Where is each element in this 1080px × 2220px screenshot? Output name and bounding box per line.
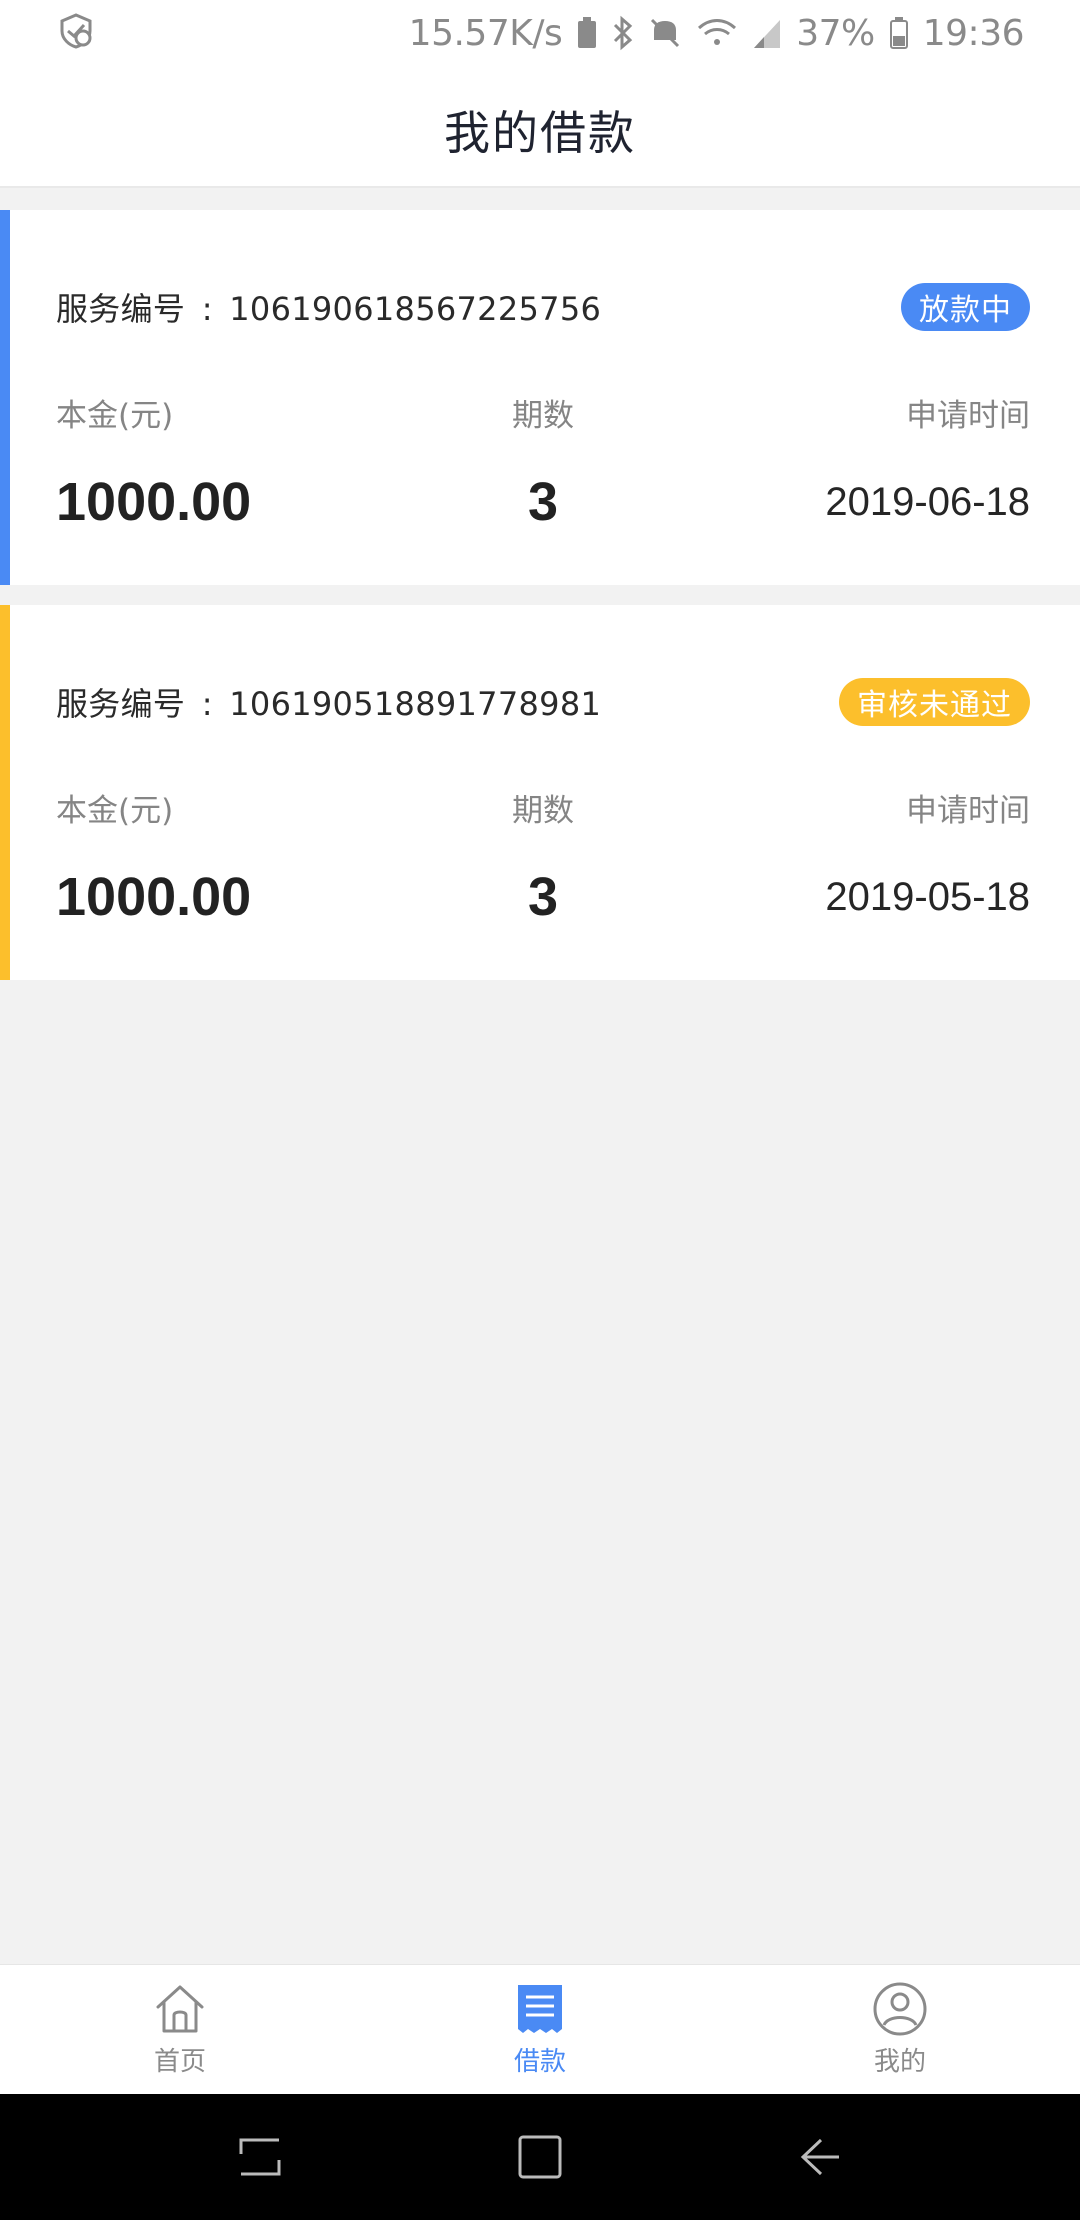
page-title: 我的借款 — [444, 106, 636, 160]
periods-value: 3 — [527, 867, 559, 927]
status-bar: 15.57K/s 37% 19:36 — [0, 0, 1080, 66]
apply-time-label: 申请时间 — [906, 793, 1030, 829]
back-arrow-icon — [800, 2138, 839, 2176]
service-number-value: 106190518891778981 — [229, 685, 602, 723]
principal-label: 本金(元) — [56, 793, 174, 829]
card-accent-bar — [0, 210, 10, 585]
bottom-tab-bar: 首页 借款 我的 — [0, 1964, 1080, 2094]
app-header: 我的借款 — [0, 66, 1080, 188]
tab-home-label: 首页 — [153, 2047, 206, 2077]
tab-loan[interactable]: 借款 — [360, 1965, 720, 2094]
apply-time-label: 申请时间 — [906, 398, 1030, 434]
principal-label: 本金(元) — [56, 398, 174, 434]
periods-label: 期数 — [512, 398, 574, 434]
status-badge: 放款中 — [901, 283, 1030, 331]
home-square-icon — [518, 2135, 562, 2179]
tab-home[interactable]: 首页 — [0, 1965, 360, 2094]
user-profile-icon — [873, 1982, 927, 2036]
battery-saver-icon — [576, 16, 598, 50]
service-number: 服务编号 : 106190518891778981 — [56, 679, 601, 725]
service-number-label: 服务编号 — [56, 290, 186, 328]
wifi-icon — [696, 16, 738, 50]
battery-percent: 37% — [796, 12, 875, 54]
loan-list: 服务编号 : 106190618567225756 放款中 本金(元) 1000… — [0, 210, 1080, 1000]
home-nav-button[interactable] — [500, 2117, 580, 2197]
shield-notification-icon — [56, 11, 96, 55]
periods-label: 期数 — [512, 793, 574, 829]
service-number-label: 服务编号 — [56, 685, 186, 723]
loan-document-icon — [518, 1985, 562, 2033]
network-speed: 15.57K/s — [408, 12, 563, 54]
system-nav-bar — [0, 2094, 1080, 2220]
tab-mine[interactable]: 我的 — [720, 1965, 1080, 2094]
principal-value: 1000.00 — [56, 867, 252, 927]
loan-card[interactable]: 服务编号 : 106190518891778981 审核未通过 本金(元) 10… — [0, 605, 1080, 980]
card-accent-bar — [0, 605, 10, 980]
service-number-separator: : — [201, 290, 213, 328]
tab-loan-label: 借款 — [513, 2047, 566, 2077]
service-number: 服务编号 : 106190618567225756 — [56, 284, 601, 330]
back-button[interactable] — [780, 2117, 860, 2197]
battery-icon — [889, 16, 909, 50]
apply-time-value: 2019-06-18 — [825, 480, 1030, 524]
signal-icon — [752, 16, 782, 50]
status-badge: 审核未通过 — [839, 678, 1030, 726]
bluetooth-icon — [612, 15, 634, 51]
home-icon — [156, 1985, 204, 2033]
service-number-value: 106190618567225756 — [229, 290, 602, 328]
periods-value: 3 — [527, 472, 559, 532]
recent-apps-button[interactable] — [220, 2117, 300, 2197]
service-number-separator: : — [201, 685, 213, 723]
loan-card[interactable]: 服务编号 : 106190618567225756 放款中 本金(元) 1000… — [0, 210, 1080, 585]
mute-icon — [648, 16, 682, 50]
apply-time-value: 2019-05-18 — [825, 875, 1030, 919]
tab-mine-label: 我的 — [873, 2047, 926, 2077]
principal-value: 1000.00 — [56, 472, 252, 532]
clock: 19:36 — [922, 12, 1025, 54]
recent-apps-icon — [239, 2138, 281, 2176]
